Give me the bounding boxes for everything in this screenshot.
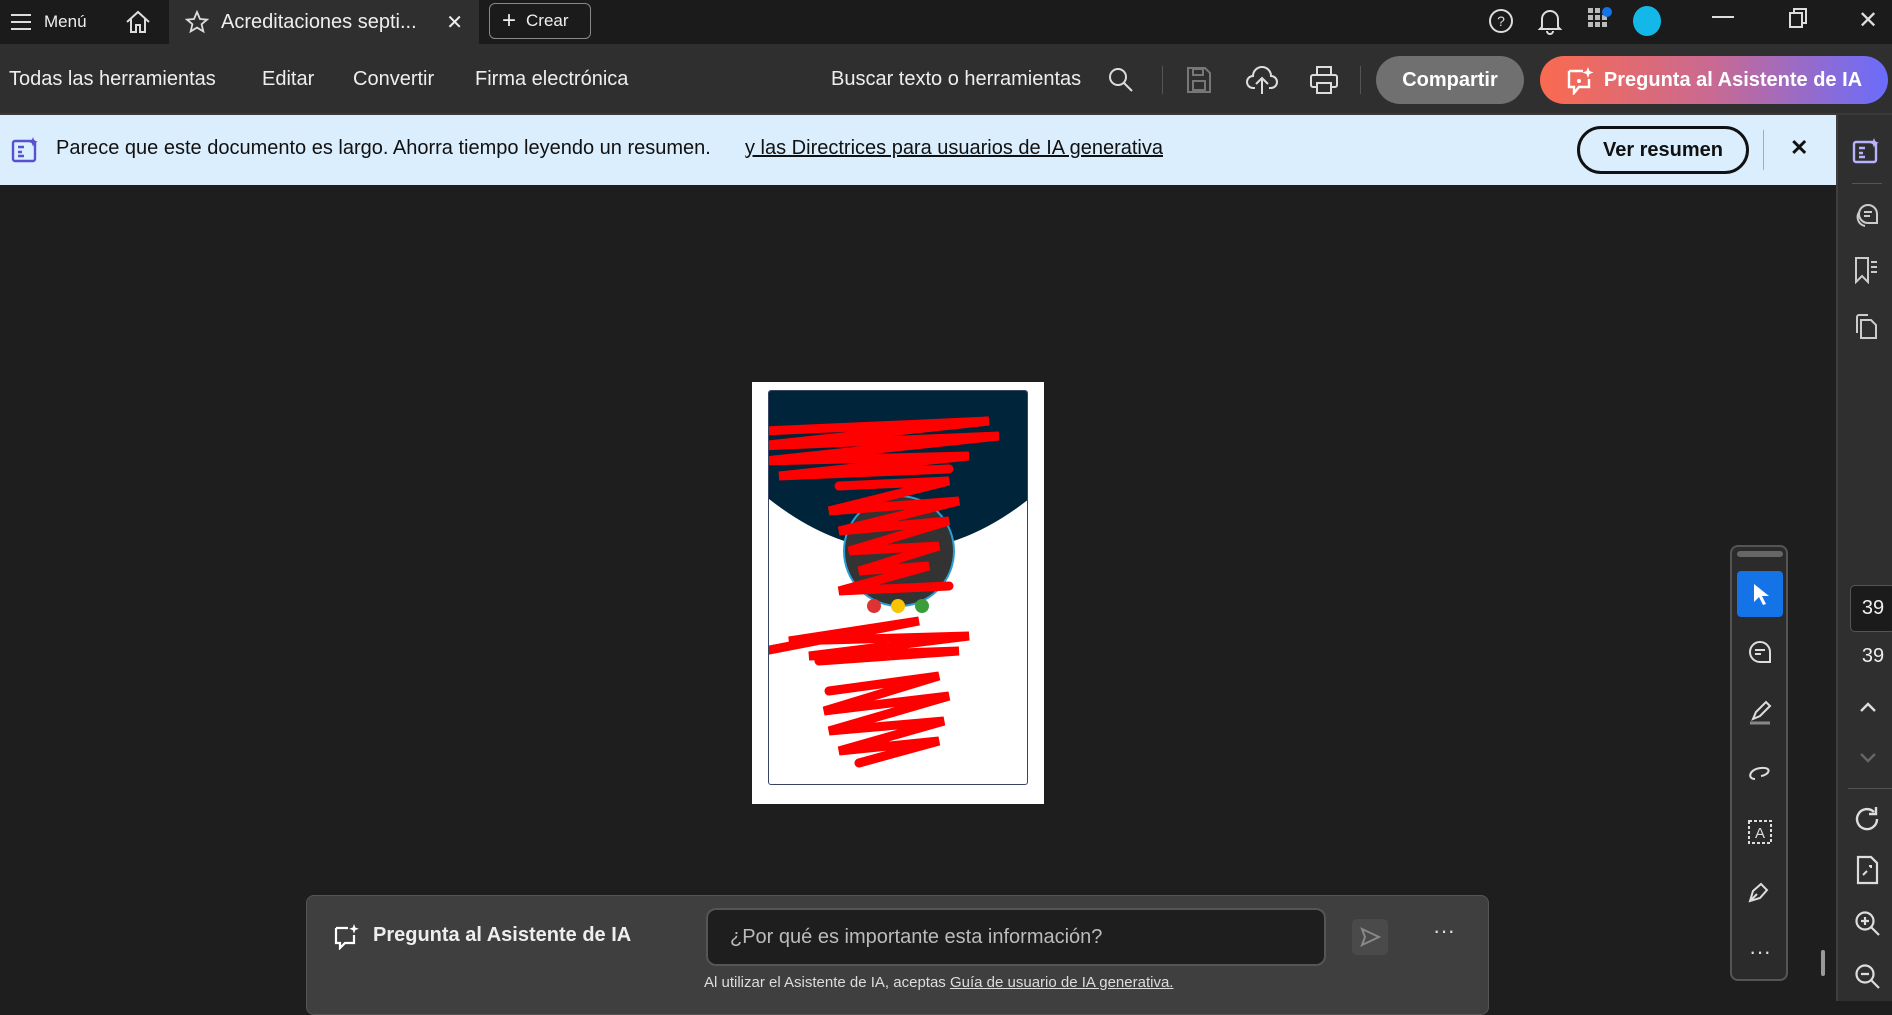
- text-select-tool-icon[interactable]: A: [1737, 809, 1783, 855]
- minimize-icon[interactable]: [1712, 16, 1734, 18]
- ai-chat-icon: [333, 922, 359, 950]
- comments-panel-icon[interactable]: [1852, 201, 1880, 229]
- tool-convert[interactable]: Convertir: [353, 44, 434, 115]
- restore-icon[interactable]: [1788, 7, 1808, 29]
- close-window-icon[interactable]: ✕: [1858, 6, 1878, 35]
- divider: [1852, 183, 1882, 184]
- ai-guide-link[interactable]: Guía de usuario de IA generativa.: [950, 974, 1173, 991]
- fit-page-icon[interactable]: [1854, 855, 1882, 885]
- divider: [1360, 66, 1361, 94]
- tab-title: Acreditaciones septi...: [221, 10, 417, 33]
- zoom-out-icon[interactable]: [1854, 963, 1882, 991]
- svg-text:A: A: [1755, 825, 1765, 842]
- page-number-input[interactable]: 39: [1850, 585, 1892, 632]
- search-tools-label[interactable]: Buscar texto o herramientas: [831, 44, 1081, 115]
- ai-assistant-button[interactable]: Pregunta al Asistente de IA: [1540, 56, 1888, 104]
- summary-banner: Parece que este documento es largo. Ahor…: [0, 115, 1836, 185]
- previous-page-icon[interactable]: [1858, 700, 1878, 714]
- ai-assistant-label: Pregunta al Asistente de IA: [1603, 68, 1863, 91]
- rotate-icon[interactable]: [1854, 805, 1882, 833]
- ai-panel-title: Pregunta al Asistente de IA: [373, 924, 632, 946]
- search-icon[interactable]: [1107, 66, 1135, 94]
- avatar[interactable]: [1633, 6, 1661, 36]
- banner-text: Parece que este documento es largo. Ahor…: [56, 137, 711, 159]
- ai-assistant-panel: Pregunta al Asistente de IA ¿Por qué es …: [306, 895, 1489, 1015]
- next-page-icon[interactable]: [1858, 751, 1878, 765]
- close-tab-icon[interactable]: ✕: [446, 10, 463, 35]
- highlight-tool-icon[interactable]: [1737, 689, 1783, 735]
- ai-disclaimer: Al utilizar el Asistente de IA, aceptas …: [704, 974, 1173, 991]
- divider: [1162, 66, 1163, 94]
- ai-summary-icon: [11, 136, 39, 164]
- credential-card: [768, 390, 1028, 785]
- share-button[interactable]: Compartir: [1376, 56, 1524, 104]
- apps-icon[interactable]: [1587, 7, 1613, 33]
- create-label: Crear: [526, 11, 569, 30]
- credential-card-artwork: [769, 391, 1027, 768]
- page-total: 39: [1861, 645, 1885, 667]
- right-sidebar: 39 39: [1836, 115, 1892, 1001]
- create-button[interactable]: + Crear: [489, 3, 591, 39]
- document-tab[interactable]: Acreditaciones septi... ✕: [169, 0, 479, 44]
- bell-icon[interactable]: [1537, 7, 1563, 35]
- sign-tool-icon[interactable]: [1737, 869, 1783, 915]
- ai-guidelines-link[interactable]: y las Directrices para usuarios de IA ge…: [745, 137, 1163, 160]
- print-icon[interactable]: [1309, 65, 1339, 95]
- star-icon[interactable]: [185, 10, 209, 34]
- pages-icon[interactable]: [1852, 312, 1880, 340]
- main-toolbar: Todas las herramientas Editar Convertir …: [0, 44, 1892, 115]
- home-icon[interactable]: [124, 8, 152, 36]
- ai-question-input[interactable]: ¿Por qué es importante esta información?: [706, 908, 1388, 966]
- ai-disclaimer-text: Al utilizar el Asistente de IA, aceptas: [704, 974, 946, 991]
- divider: [1848, 788, 1892, 789]
- ai-chat-icon: [1566, 65, 1594, 95]
- divider: [1763, 130, 1764, 170]
- ai-summary-panel-icon[interactable]: [1852, 137, 1880, 165]
- tool-edit[interactable]: Editar: [262, 44, 314, 115]
- title-bar: Menú Acreditaciones septi... ✕ + Crear ? …: [0, 0, 1892, 44]
- drag-handle[interactable]: [1737, 551, 1783, 557]
- menu-button[interactable]: Menú: [44, 12, 87, 32]
- tool-all-tools[interactable]: Todas las herramientas: [9, 44, 216, 115]
- tool-esign[interactable]: Firma electrónica: [475, 44, 628, 115]
- ai-question-placeholder: ¿Por qué es importante esta información?: [730, 926, 1103, 948]
- select-tool-icon[interactable]: [1737, 571, 1783, 617]
- more-tools-icon[interactable]: ···: [1737, 929, 1783, 975]
- comment-tool-icon[interactable]: [1737, 629, 1783, 675]
- bookmarks-icon[interactable]: [1852, 256, 1880, 284]
- quick-tools-bar: A ···: [1730, 545, 1788, 981]
- ai-panel-more-icon[interactable]: ···: [1433, 918, 1455, 944]
- draw-tool-icon[interactable]: [1737, 749, 1783, 795]
- save-icon[interactable]: [1186, 66, 1212, 94]
- plus-icon: +: [502, 7, 517, 34]
- hamburger-icon[interactable]: [10, 12, 32, 32]
- scrollbar-thumb[interactable]: [1821, 950, 1825, 976]
- svg-text:?: ?: [1497, 13, 1505, 29]
- send-icon[interactable]: [1352, 919, 1388, 955]
- zoom-in-icon[interactable]: [1854, 910, 1882, 938]
- help-icon[interactable]: ?: [1488, 8, 1514, 34]
- cloud-upload-icon[interactable]: [1246, 64, 1278, 96]
- pdf-page: [752, 382, 1044, 804]
- close-banner-icon[interactable]: ✕: [1790, 135, 1808, 161]
- view-summary-button[interactable]: Ver resumen: [1577, 126, 1749, 174]
